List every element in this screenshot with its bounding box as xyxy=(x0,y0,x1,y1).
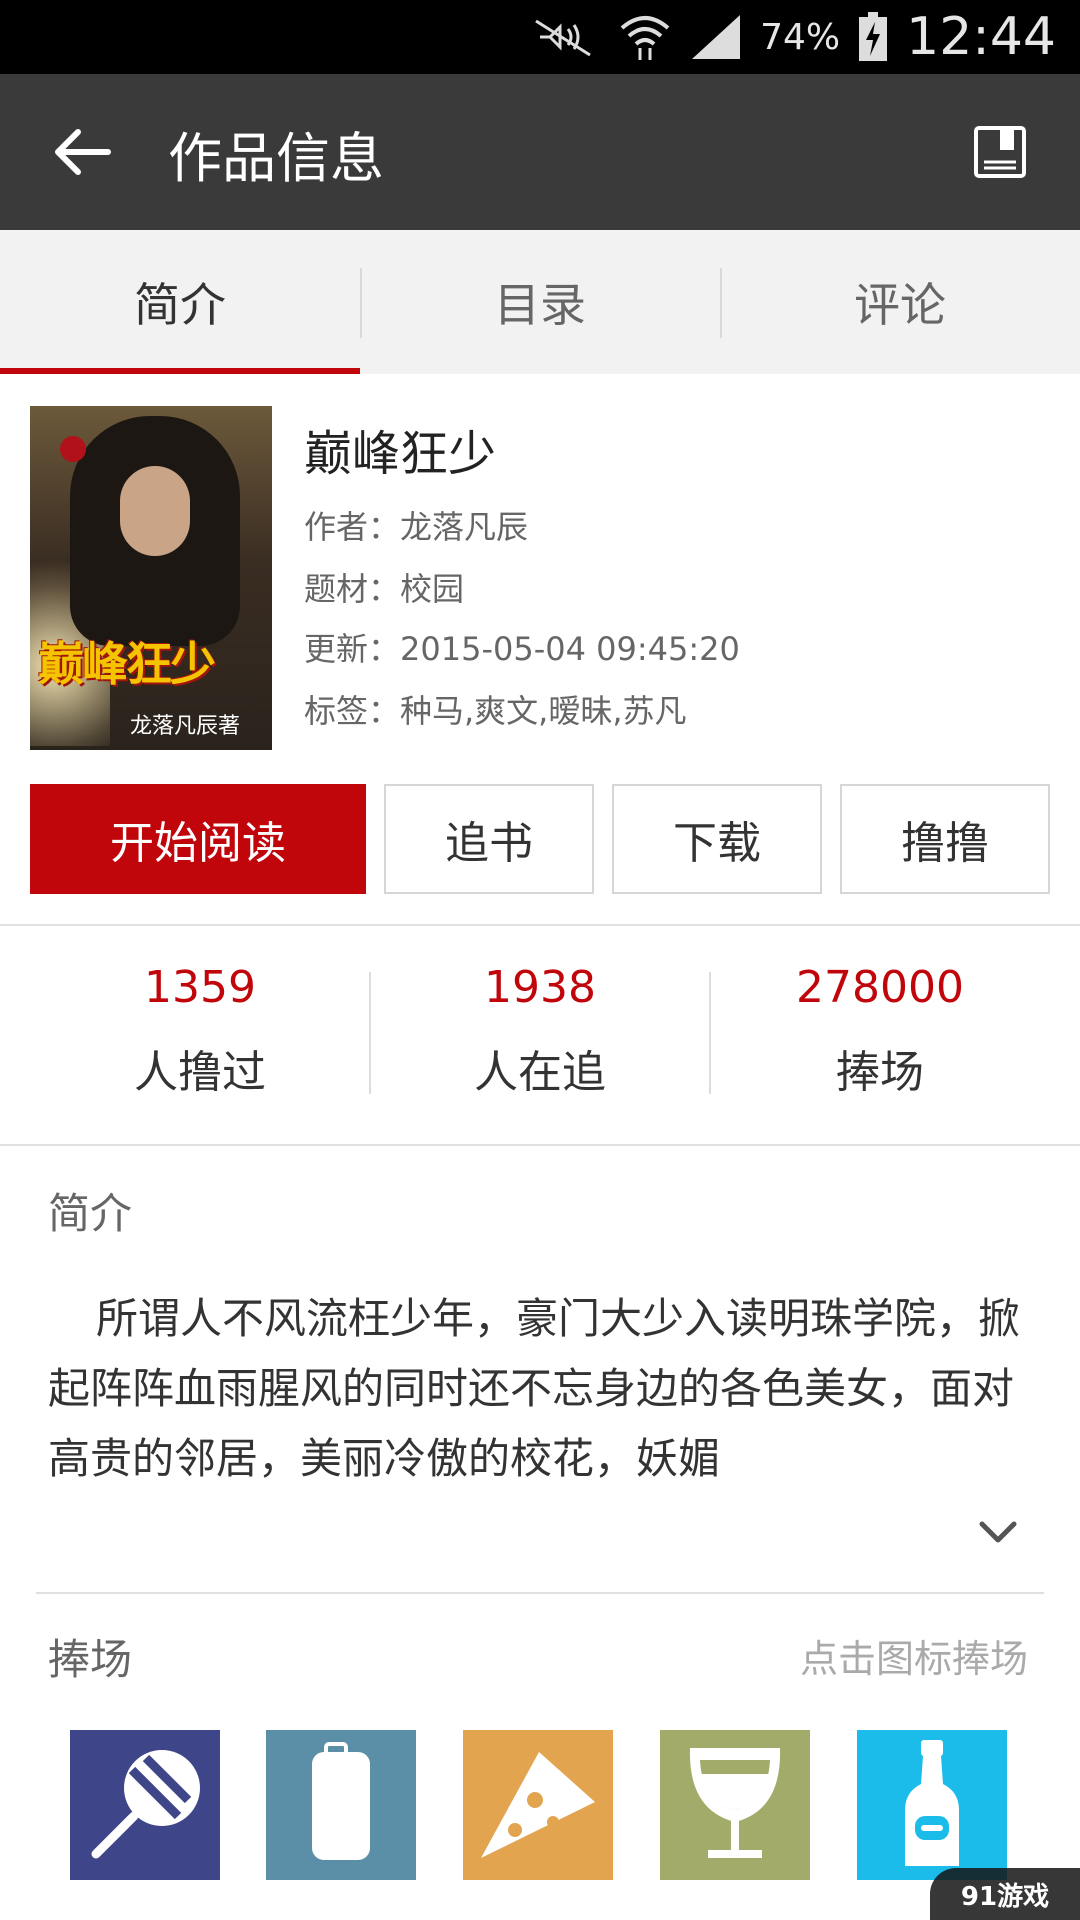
gift-pizza[interactable] xyxy=(463,1730,613,1880)
start-reading-button[interactable]: 开始阅读 xyxy=(30,784,366,894)
stat-support: 278000 捧场 xyxy=(710,928,1050,1144)
gift-redbull[interactable] xyxy=(266,1730,416,1880)
intro-text: 所谓人不风流枉少年，豪门大少入读明珠学院，掀起阵阵血雨腥风的同时还不忘身边的各色… xyxy=(48,1294,1021,1483)
back-arrow-icon[interactable] xyxy=(48,120,120,184)
rose-icon xyxy=(60,436,86,462)
book-title: 巅峰狂少 xyxy=(304,426,497,482)
wifi-icon xyxy=(620,16,670,60)
app-toolbar: 作品信息 xyxy=(0,74,1080,230)
pizza-icon xyxy=(463,1730,613,1880)
follow-book-button[interactable]: 追书 xyxy=(384,784,594,894)
gift-liquor[interactable] xyxy=(857,1730,1007,1880)
stat-label: 人在追 xyxy=(474,1047,606,1098)
tab-bar: 简介 目录 评论 xyxy=(0,230,1080,374)
cover-face xyxy=(120,466,190,556)
stat-followers: 1938 人在追 xyxy=(370,928,710,1144)
book-updated: 更新：2015-05-04 09:45:20 xyxy=(304,630,740,668)
bookshelf-icon[interactable] xyxy=(972,124,1028,180)
battery-charging-icon xyxy=(859,12,888,61)
cover-author: 龙落凡辰著 xyxy=(130,714,241,739)
lulu-button[interactable]: 撸撸 xyxy=(840,784,1050,894)
book-genre: 题材：校园 xyxy=(304,570,465,608)
mute-icon xyxy=(535,19,591,57)
tab-intro[interactable]: 简介 xyxy=(0,230,360,374)
tab-comments[interactable]: 评论 xyxy=(720,230,1080,374)
book-author: 作者：龙落凡辰 xyxy=(304,508,529,546)
action-buttons: 开始阅读 追书 下载 撸撸 xyxy=(30,784,1050,894)
stat-value: 1938 xyxy=(484,962,596,1013)
book-cover[interactable]: 巅峰狂少 龙落凡辰著 xyxy=(30,406,272,750)
clock: 12:44 xyxy=(906,7,1056,67)
stat-lulu: 1359 人撸过 xyxy=(30,928,370,1144)
battery-percent: 74% xyxy=(760,16,841,58)
stat-label: 捧场 xyxy=(836,1047,924,1098)
wine-glass-icon xyxy=(660,1730,810,1880)
signal-icon xyxy=(692,15,741,59)
divider xyxy=(36,1592,1044,1594)
tab-catalog[interactable]: 目录 xyxy=(360,230,720,374)
cover-title: 巅峰狂少 xyxy=(38,637,216,691)
stat-value: 1359 xyxy=(144,962,256,1013)
support-hint: 点击图标捧场 xyxy=(799,1637,1028,1681)
stat-value: 278000 xyxy=(796,962,964,1013)
stats-row: 1359 人撸过 1938 人在追 278000 捧场 xyxy=(0,928,1080,1144)
chevron-down-icon[interactable] xyxy=(974,1512,1022,1552)
book-tags: 标签：种马,爽文,暧昧,苏凡 xyxy=(304,692,687,730)
status-bar: 74% 12:44 xyxy=(0,0,1080,74)
watermark-logo: 91游戏 xyxy=(930,1868,1080,1920)
download-button[interactable]: 下载 xyxy=(612,784,822,894)
lollipop-icon xyxy=(70,1730,220,1880)
status-icons: 74% 12:44 xyxy=(530,0,1056,74)
bottle-icon xyxy=(857,1730,1007,1880)
divider xyxy=(0,1144,1080,1146)
can-icon xyxy=(266,1730,416,1880)
intro-heading: 简介 xyxy=(48,1189,133,1238)
divider xyxy=(0,924,1080,926)
support-heading: 捧场 xyxy=(48,1635,133,1684)
page-title: 作品信息 xyxy=(168,127,384,190)
stat-label: 人撸过 xyxy=(134,1047,266,1098)
gift-wine[interactable] xyxy=(660,1730,810,1880)
gift-lollipop[interactable] xyxy=(70,1730,220,1880)
